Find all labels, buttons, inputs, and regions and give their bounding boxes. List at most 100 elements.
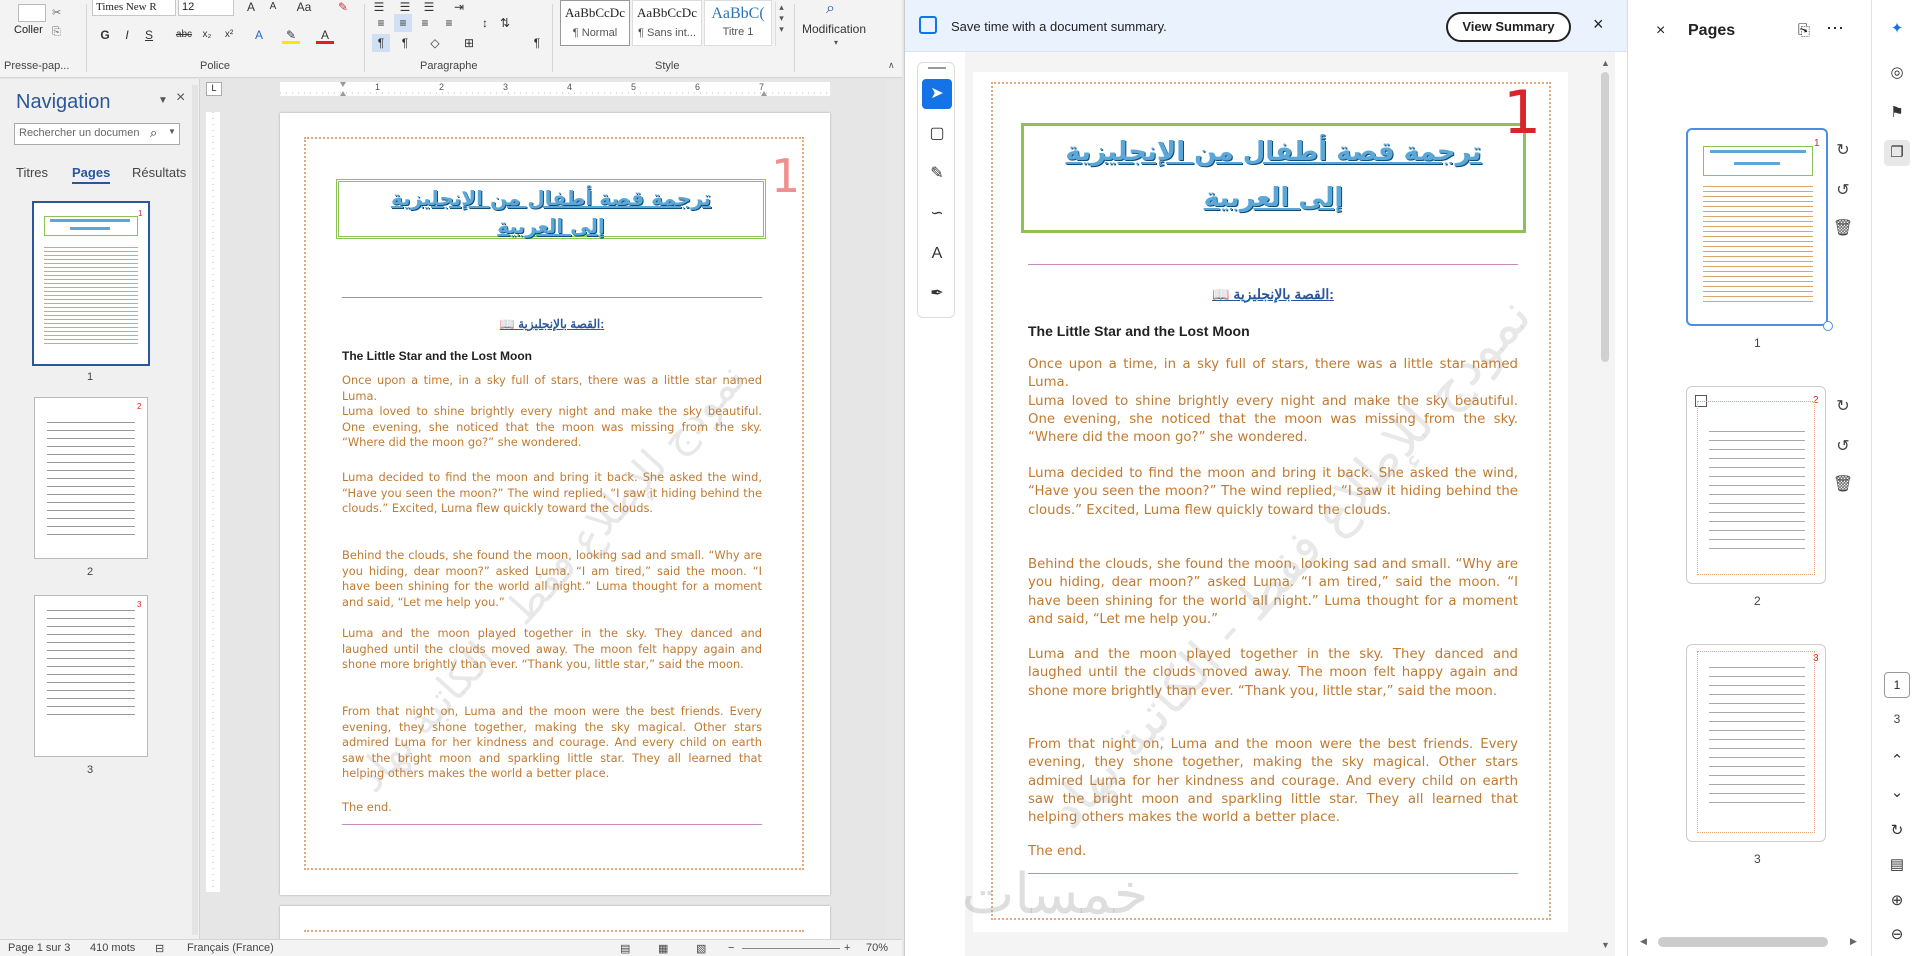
ltr-icon[interactable]: ¶ (372, 34, 390, 52)
tab-resultats[interactable]: Résultats (132, 165, 186, 180)
proofing-icon[interactable]: ⊟ (155, 942, 164, 955)
font-name-select[interactable]: Times New R (92, 0, 176, 16)
subscript-button[interactable]: x₂ (198, 26, 216, 44)
bookmarks-icon[interactable]: ⚑ (1884, 100, 1910, 126)
more-options-icon[interactable]: ⋯ (1826, 18, 1844, 39)
status-language[interactable]: Français (France) (187, 942, 274, 954)
insert-page-icon[interactable]: ⎘ (1798, 22, 1810, 39)
rotate-counterclockwise-icon[interactable]: ↺ (1828, 436, 1858, 456)
cut-icon[interactable]: ✂ (52, 6, 61, 19)
rotate-clockwise-icon[interactable]: ↻ (1828, 396, 1858, 416)
document-icon[interactable]: ▤ (1884, 852, 1910, 878)
drag-handle[interactable] (928, 67, 946, 69)
font-color-icon[interactable]: A (316, 26, 334, 44)
pdf-scrollbar-thumb[interactable] (1601, 72, 1609, 362)
view-summary-button[interactable]: View Summary (1446, 12, 1571, 42)
search-icon[interactable]: ⌕ (150, 125, 157, 141)
close-icon[interactable]: × (1593, 14, 1604, 35)
superscript-button[interactable]: x² (220, 26, 238, 44)
line-spacing-icon[interactable]: ↕ (476, 14, 494, 32)
styles-more-icon[interactable]: ▴ ▾ ▾ (775, 2, 787, 46)
comments-icon[interactable]: ◎ (1884, 60, 1910, 86)
status-words[interactable]: 410 mots (90, 942, 135, 954)
highlight-tool-icon[interactable]: ✎ (922, 159, 952, 189)
page-thumb-1[interactable]: 1 (1686, 128, 1833, 331)
resize-handle[interactable] (1823, 321, 1833, 331)
tab-titres[interactable]: Titres (16, 165, 48, 180)
paste-icon[interactable] (18, 4, 46, 22)
refresh-icon[interactable]: ↻ (1884, 818, 1910, 844)
close-icon[interactable]: × (1656, 22, 1665, 40)
horizontal-ruler[interactable]: 1 2 3 4 5 6 7 (280, 82, 830, 96)
nav-scrollbar[interactable] (192, 85, 198, 935)
chevron-down-icon[interactable]: ▼ (158, 95, 168, 106)
doc-scrollbar[interactable] (885, 80, 902, 938)
text-effects-icon[interactable]: A (250, 26, 268, 44)
style-no-spacing[interactable]: AaBbCcDc ¶ Sans int... (632, 0, 702, 46)
style-heading-1[interactable]: AaBbC( Titre 1 (704, 0, 772, 46)
ai-assistant-icon[interactable]: ✦ (1884, 16, 1910, 42)
align-right-icon[interactable]: ≡ (416, 14, 434, 32)
align-left-icon[interactable]: ≡ (372, 14, 390, 32)
vertical-ruler[interactable] (206, 112, 220, 892)
delete-page-icon[interactable]: 🗑 (1828, 218, 1858, 238)
scroll-up-icon[interactable]: ▲ (1601, 58, 1610, 68)
shading-icon[interactable]: ◇ (426, 34, 444, 52)
pdf-viewer[interactable]: ترجمة قصة أطفال من الإنجليزية إلى العربي… (962, 52, 1615, 956)
print-layout-icon[interactable]: ▦ (658, 942, 668, 955)
shrink-font-icon[interactable]: A (264, 0, 282, 16)
show-marks-icon[interactable]: ¶ (528, 34, 546, 52)
zoom-in-icon[interactable]: + (844, 942, 850, 954)
nav-page-thumb-1[interactable]: 1 (32, 201, 150, 366)
sign-tool-icon[interactable]: ✒ (922, 279, 952, 309)
underline-button[interactable]: S (140, 26, 158, 44)
pages-icon[interactable]: ❐ (1884, 140, 1910, 166)
tab-pages[interactable]: Pages (72, 165, 111, 184)
grow-font-icon[interactable]: A (242, 0, 260, 16)
borders-icon[interactable]: ⊞ (460, 34, 478, 52)
page-number-input[interactable]: 1 (1884, 672, 1910, 698)
horizontal-scrollbar[interactable] (1658, 937, 1828, 947)
pdf-page[interactable]: ترجمة قصة أطفال من الإنجليزية إلى العربي… (973, 72, 1568, 932)
nav-page-thumb-3[interactable]: 3 (34, 595, 148, 757)
chevron-down-icon[interactable]: ⌄ (1884, 780, 1910, 806)
web-layout-icon[interactable]: ▧ (696, 942, 706, 955)
close-icon[interactable]: × (176, 89, 185, 107)
strikethrough-button[interactable]: abc (172, 26, 196, 44)
zoom-out-icon[interactable]: ⊖ (1884, 922, 1910, 948)
zoom-slider[interactable] (742, 948, 840, 949)
nav-page-thumb-2[interactable]: 2 (34, 397, 148, 559)
zoom-out-icon[interactable]: − (728, 942, 734, 954)
select-tool-icon[interactable]: ➤ (922, 79, 952, 109)
status-page[interactable]: Page 1 sur 3 (8, 942, 70, 954)
change-case-icon[interactable]: Aa (292, 0, 316, 16)
highlight-icon[interactable]: ✎ (282, 26, 300, 44)
page-thumb-3[interactable]: 3 (1686, 644, 1826, 842)
text-box-tool-icon[interactable]: A (922, 239, 952, 269)
read-mode-icon[interactable]: ▤ (620, 942, 630, 955)
chevron-down-icon[interactable]: ▾ (834, 38, 838, 47)
paste-button[interactable]: Coller (14, 24, 43, 36)
sort-icon[interactable]: ⇅ (496, 14, 514, 32)
italic-button[interactable]: I (118, 26, 136, 44)
scroll-down-icon[interactable]: ▼ (1601, 940, 1610, 950)
align-center-icon[interactable]: ≡ (394, 14, 412, 32)
clear-format-icon[interactable]: ✎ (334, 0, 352, 16)
scroll-right-icon[interactable]: ▶ (1850, 936, 1857, 947)
document-page[interactable]: ترجمة قصة أطفال من الإنجليزية إلى العربي… (280, 113, 830, 895)
rotate-clockwise-icon[interactable]: ↻ (1828, 140, 1858, 160)
justify-icon[interactable]: ≡ (440, 14, 458, 32)
draw-tool-icon[interactable]: ∽ (922, 199, 952, 229)
rtl-icon[interactable]: ¶ (396, 34, 414, 52)
chevron-down-icon[interactable]: ▼ (168, 127, 176, 136)
comment-tool-icon[interactable]: ▢ (922, 119, 952, 149)
page-thumb-2[interactable]: 2 (1686, 386, 1826, 584)
chevron-up-icon[interactable]: ⌃ (1884, 748, 1910, 774)
modification-button[interactable]: Modification (802, 22, 866, 36)
rotate-counterclockwise-icon[interactable]: ↺ (1828, 180, 1858, 200)
font-size-select[interactable]: 12 (178, 0, 234, 16)
status-zoom[interactable]: 70% (866, 942, 888, 954)
copy-icon[interactable]: ⎘ (52, 26, 61, 39)
style-normal[interactable]: AaBbCcDc ¶ Normal (560, 0, 630, 46)
bold-button[interactable]: G (96, 26, 114, 44)
